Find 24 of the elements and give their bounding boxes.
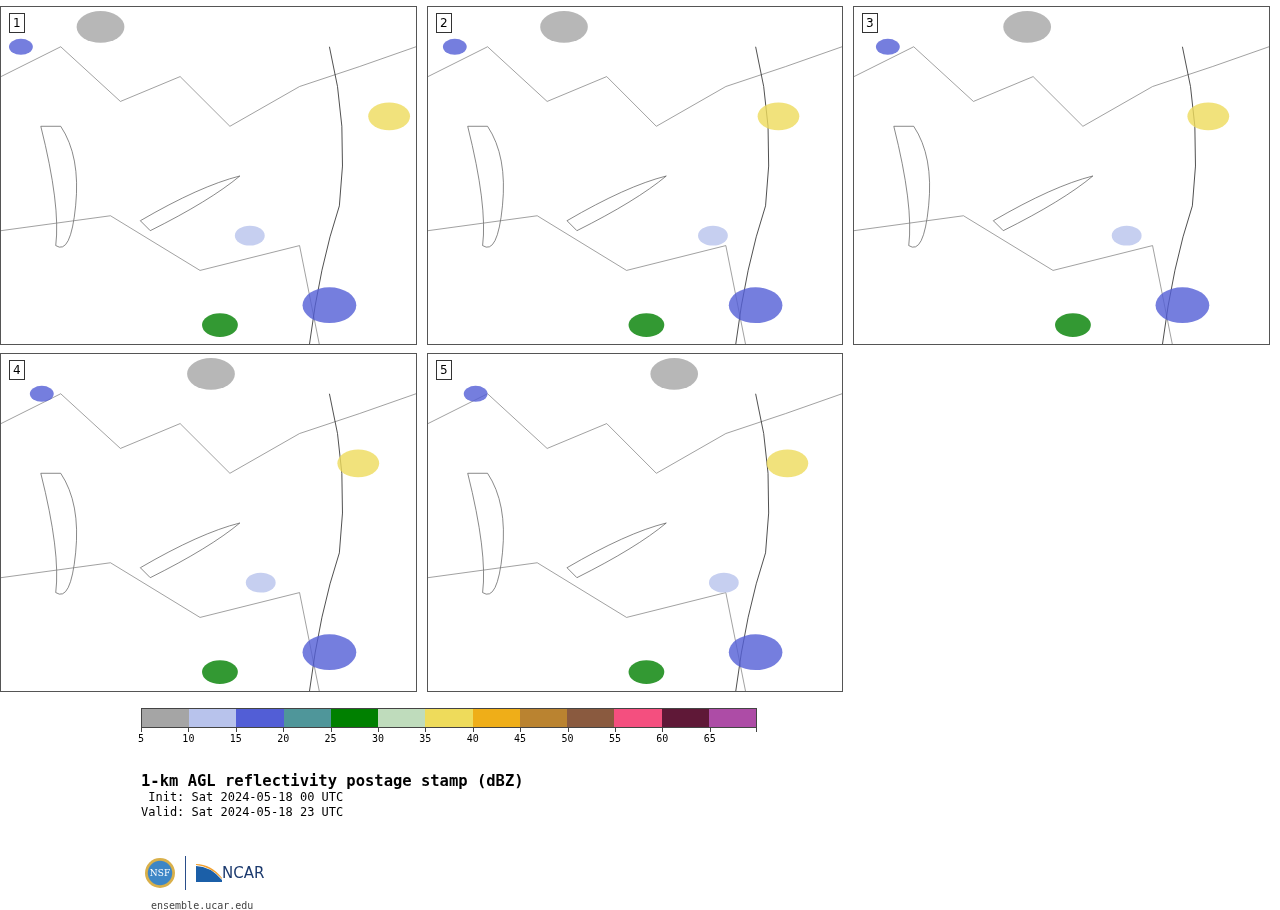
tick-label: 60 (656, 733, 669, 744)
tick-label: 20 (277, 733, 290, 744)
tick-label: 55 (608, 733, 621, 744)
tick-label: 10 (182, 733, 195, 744)
ncar-logo: NCAR (196, 864, 265, 882)
tick-label: 40 (466, 733, 479, 744)
panel-number: 4 (9, 360, 25, 380)
tick-label: 45 (514, 733, 527, 744)
tick-label: 25 (324, 733, 337, 744)
tick-label: 65 (703, 733, 716, 744)
panel-number: 3 (862, 13, 878, 33)
tick-label: 5 (138, 733, 144, 744)
tick-label: 30 (371, 733, 384, 744)
tick-label: 35 (419, 733, 432, 744)
site-url: ensemble.ucar.edu (151, 900, 255, 910)
panel-number: 2 (436, 13, 452, 33)
tick-label: 15 (229, 733, 242, 744)
chart-title: 1-km AGL reflectivity postage stamp (dBZ) (141, 772, 525, 790)
tick-label: 50 (561, 733, 574, 744)
nsf-logo: NSF (145, 858, 175, 888)
valid-time: Valid: Sat 2024-05-18 23 UTC (141, 805, 345, 820)
panel-number: 5 (436, 360, 452, 380)
init-time: Init: Sat 2024-05-18 00 UTC (147, 790, 345, 805)
panel-number: 1 (9, 13, 25, 33)
